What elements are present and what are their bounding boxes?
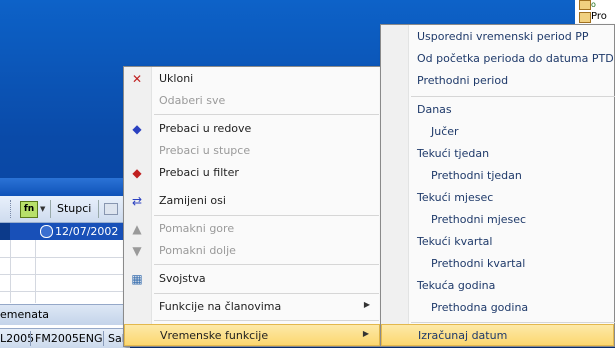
window-title-bar [0,178,130,196]
row-header-cell[interactable] [0,223,10,240]
date-cell[interactable]: 12/07/2002 [55,225,118,238]
menu-separator [411,322,615,323]
submenu-item-label: Izračunaj datum [418,329,508,342]
grid-line [0,291,130,292]
menu-item-label: Pomakni dolje [159,244,236,257]
menu-item-remove[interactable]: ✕ Ukloni [124,68,380,90]
submenu-item-label: Prethodni mjesec [431,213,527,226]
submenu-item[interactable]: Prethodna godina [381,297,614,319]
menu-item-label: Vremenske funkcije [160,329,269,342]
submenu-item[interactable]: Tekući kvartal [381,231,614,253]
tree-item-label[interactable]: Pro [591,11,607,22]
menu-item-move-down[interactable]: ▼ Pomakni dolje [124,240,380,262]
submenu-item[interactable]: Prethodni period [381,70,614,92]
menu-item-member-functions[interactable]: Funkcije na članovima ▶ [124,296,380,318]
move-down-icon: ▼ [132,244,142,258]
menu-item-properties[interactable]: ▦ Svojstva [124,268,380,290]
data-grid: 12/07/2002 [0,223,130,303]
chevron-right-icon: ▶ [362,329,369,338]
columns-button[interactable]: Stupci [57,202,91,215]
grid-window: fn ▼ Stupci 12/07/2002 emenata L2005 FM2… [0,178,130,348]
status-bar: L2005 FM2005ENG Sal [0,328,130,348]
chevron-right-icon: ▶ [363,300,370,309]
sheet-tabs-bar: emenata [0,304,130,325]
menu-item-label: Prebaci u stupce [159,144,251,157]
menu-item-label: Ukloni [159,72,194,85]
folder-icon[interactable] [579,12,591,23]
submenu-item-label: Tekući kvartal [417,235,493,248]
menu-item-move-to-columns[interactable]: Prebaci u stupce [124,140,380,162]
submenu-item-label: Tekuća godina [417,279,496,292]
submenu-item-label: Prethodni kvartal [431,257,526,270]
menu-separator [154,114,379,115]
menu-item-label: Zamijeni osi [159,194,226,207]
submenu-item-label: Danas [417,103,452,116]
status-item: FM2005ENG [35,332,103,345]
status-item: L2005 [0,332,35,345]
function-button[interactable]: fn [20,201,38,218]
menu-item-move-up[interactable]: ▲ Pomakni gore [124,218,380,240]
submenu-item-label: Prethodna godina [431,301,529,314]
menu-item-label: Prebaci u redove [159,122,252,135]
toolbar-divider [98,200,99,218]
menu-separator [411,96,615,97]
menu-item-move-to-rows[interactable]: ◆ Prebaci u redove [124,118,380,140]
submenu-item[interactable]: Usporedni vremenski period PP [381,26,614,48]
submenu-item[interactable]: Tekući tjedan [381,143,614,165]
submenu-item[interactable]: Danas [381,99,614,121]
grid-line [35,240,36,303]
submenu-item[interactable]: Prethodni tjedan [381,165,614,187]
swap-axes-icon: ⇄ [131,194,143,208]
submenu-item[interactable]: Prethodni kvartal [381,253,614,275]
menu-separator [154,264,379,265]
properties-icon: ▦ [131,272,143,286]
toolbar-divider [50,200,51,218]
grid-line [0,257,130,258]
submenu-item[interactable]: Jučer [381,121,614,143]
remove-x-icon: ✕ [131,72,143,86]
grid-line [10,240,11,303]
menu-item-swap-axes[interactable]: ⇄ Zamijeni osi [124,190,380,212]
menu-item-label: Prebaci u filter [159,166,239,179]
submenu-item-label: Usporedni vremenski period PP [417,30,589,43]
menu-separator [154,215,379,216]
time-functions-submenu: Usporedni vremenski period PP Od početka… [380,24,615,347]
table-icon[interactable] [104,203,118,215]
menu-item-label: Odaberi sve [159,94,226,107]
status-divider [103,331,104,346]
table-row[interactable]: 12/07/2002 [0,223,130,240]
context-menu: ✕ Ukloni Odaberi sve ◆ Prebaci u redove … [123,66,381,347]
menu-item-move-to-filter[interactable]: ◆ Prebaci u filter [124,162,380,184]
calendar-icon [40,225,53,238]
menu-item-select-all[interactable]: Odaberi sve [124,90,380,112]
submenu-item-label: Tekući mjesec [417,191,494,204]
toolbar-grip [10,200,13,218]
grid-line [0,274,130,275]
folder-icon [579,0,591,10]
menu-item-label: Pomakni gore [159,222,235,235]
menu-item-time-functions[interactable]: Vremenske funkcije ▶ [124,324,380,346]
submenu-item[interactable]: Od početka perioda do datuma PTD [381,48,614,70]
submenu-item-label: Prethodni period [417,74,509,87]
submenu-item-label: Jučer [431,125,459,138]
move-up-icon: ▲ [132,222,142,236]
submenu-item-label: Tekući tjedan [417,147,490,160]
tree-label-fragment: o [591,0,596,9]
grid-toolbar: fn ▼ Stupci [0,196,130,223]
chevron-down-icon[interactable]: ▼ [40,205,45,213]
sheet-tab[interactable]: emenata [0,308,49,321]
menu-separator [154,293,379,294]
submenu-item-label: Od početka perioda do datuma PTD [417,52,614,65]
move-to-rows-icon: ◆ [132,122,142,136]
submenu-item-label: Prethodni tjedan [431,169,522,182]
menu-item-label: Svojstva [159,272,206,285]
submenu-item-calculate-date[interactable]: Izračunaj datum [381,324,614,346]
submenu-item[interactable]: Tekući mjesec [381,187,614,209]
menu-separator [154,320,379,321]
submenu-item[interactable]: Prethodni mjesec [381,209,614,231]
submenu-item[interactable]: Tekuća godina [381,275,614,297]
status-divider [30,331,31,346]
move-to-filter-icon: ◆ [132,166,142,180]
menu-item-label: Funkcije na članovima [159,300,282,313]
